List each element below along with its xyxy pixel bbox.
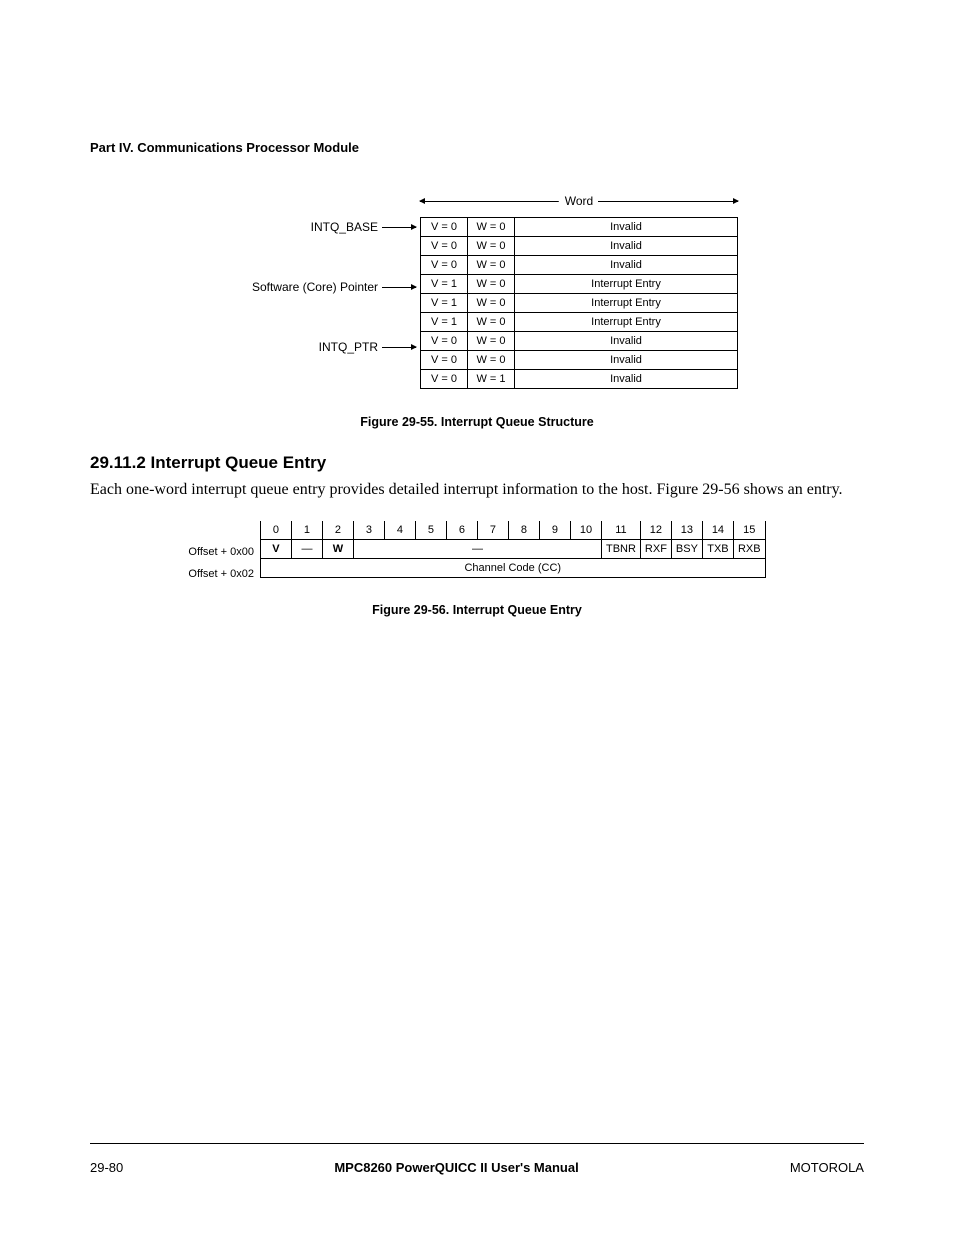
- table-row: V = 0W = 0Invalid: [421, 256, 738, 275]
- offset-0x00-label: Offset + 0x00: [188, 541, 254, 563]
- bit-header-row: 0 1 2 3 4 5 6 7 8 9 10 11 12 13 14 15: [260, 521, 765, 540]
- intq-base-label: INTQ_BASE: [311, 217, 378, 237]
- table-row: V = 0W = 1Invalid: [421, 370, 738, 389]
- offset-0x02-label: Offset + 0x02: [188, 563, 254, 585]
- offset-0x00-row: V — W — TBNR RXF BSY TXB RXB: [260, 539, 765, 558]
- arrow-icon: [382, 347, 416, 348]
- table-row: V = 0W = 0Invalid: [421, 351, 738, 370]
- core-pointer-label: Software (Core) Pointer: [252, 277, 378, 297]
- manual-title: MPC8260 PowerQUICC II User's Manual: [334, 1160, 578, 1175]
- word-width-header: Word: [420, 195, 738, 217]
- table-row: V = 0W = 0Invalid: [421, 237, 738, 256]
- section-body: Each one-word interrupt queue entry prov…: [90, 479, 864, 501]
- arrow-left-icon: [420, 201, 560, 202]
- page-footer: 29-80 MPC8260 PowerQUICC II User's Manua…: [90, 1143, 864, 1175]
- section-heading: 29.11.2 Interrupt Queue Entry: [90, 453, 864, 473]
- offset-0x02-row: Channel Code (CC): [260, 558, 765, 577]
- figure-55-caption: Figure 29-55. Interrupt Queue Structure: [90, 415, 864, 429]
- arrow-icon: [382, 287, 416, 288]
- interrupt-entry-table: 0 1 2 3 4 5 6 7 8 9 10 11 12 13 14 15: [260, 521, 766, 578]
- queue-pointer-labels: INTQ_BASE Software (Core) Pointer INTQ_P…: [216, 195, 420, 397]
- interrupt-queue-table: V = 0W = 0Invalid V = 0W = 0Invalid V = …: [420, 217, 738, 389]
- offset-labels: Offset + 0x00 Offset + 0x02: [188, 521, 260, 585]
- table-row: V = 1W = 0Interrupt Entry: [421, 294, 738, 313]
- figure-56-caption: Figure 29-56. Interrupt Queue Entry: [90, 603, 864, 617]
- intq-ptr-label: INTQ_PTR: [319, 337, 378, 357]
- vendor-name: MOTOROLA: [790, 1160, 864, 1175]
- table-row: V = 0W = 0Invalid: [421, 332, 738, 351]
- figure-29-55: INTQ_BASE Software (Core) Pointer INTQ_P…: [90, 195, 864, 397]
- arrow-icon: [382, 227, 416, 228]
- page: Part IV. Communications Processor Module…: [0, 0, 954, 1235]
- arrow-right-icon: [598, 201, 738, 202]
- figure-29-56: Offset + 0x00 Offset + 0x02 0 1 2 3 4 5 …: [90, 521, 864, 585]
- table-row: V = 1W = 0Interrupt Entry: [421, 275, 738, 294]
- table-row: V = 1W = 0Interrupt Entry: [421, 313, 738, 332]
- table-row: V = 0W = 0Invalid: [421, 218, 738, 237]
- word-label: Word: [559, 195, 599, 207]
- page-number: 29-80: [90, 1160, 123, 1175]
- part-title: Part IV. Communications Processor Module: [90, 140, 864, 155]
